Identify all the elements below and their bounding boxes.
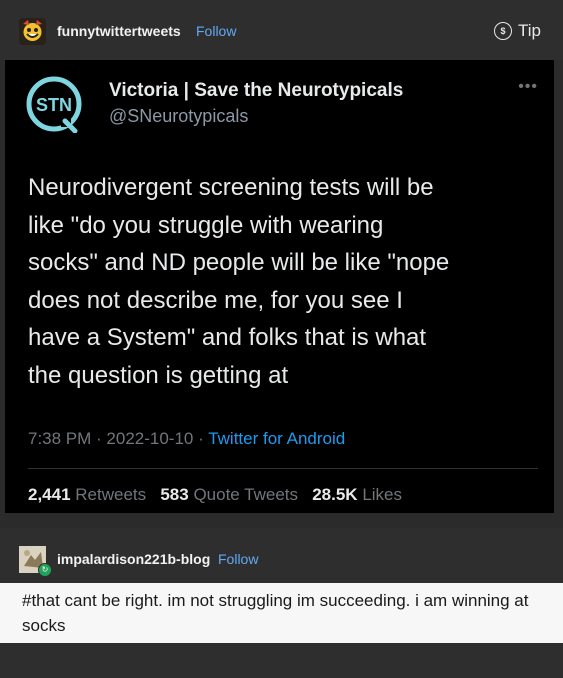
tweet-time: 7:38 PM (28, 429, 92, 448)
dollar-circle-icon: $ (494, 22, 512, 40)
follow-button[interactable]: Follow (196, 23, 236, 39)
reblog-content: #that cant be right. im not struggling i… (0, 583, 563, 643)
meta-separator: · (193, 429, 209, 448)
reblog-icon: ↻ (38, 563, 52, 577)
stn-logo-text: STN (36, 95, 72, 115)
quotes-stat[interactable]: 583 Quote Tweets (160, 485, 298, 504)
poster-avatar[interactable] (19, 18, 46, 45)
likes-stat[interactable]: 28.5K Likes (312, 485, 402, 504)
divider (28, 468, 538, 469)
tip-button[interactable]: $ Tip (494, 21, 541, 41)
tweet-date: 2022-10-10 (106, 429, 194, 448)
stn-logo[interactable]: STN (25, 75, 83, 133)
tweet-text: Neurodivergent screening tests will be l… (28, 174, 450, 389)
tweet-stats: 2,441 Retweets 583 Quote Tweets 28.5K Li… (28, 485, 402, 505)
poster-name[interactable]: funnytwittertweets (57, 23, 181, 39)
embedded-tweet: STN Victoria | Save the Neurotypicals @S… (5, 60, 554, 513)
reblog-header: ↻ impalardison221b-blog Follow (0, 528, 563, 583)
tweet-meta: 7:38 PM · 2022-10-10 · Twitter for Andro… (28, 429, 345, 449)
post-header: funnytwittertweets Follow $ Tip (0, 0, 563, 60)
tweet-client[interactable]: Twitter for Android (208, 429, 345, 448)
reblog-follow-button[interactable]: Follow (218, 551, 258, 567)
post-footer (0, 643, 563, 678)
tweet-handle[interactable]: @SNeurotypicals (109, 106, 248, 127)
meta-separator: · (91, 429, 107, 448)
ellipsis-icon[interactable]: ••• (518, 78, 538, 96)
reblog-text: #that cant be right. im not struggling i… (22, 591, 529, 635)
reblogger-name[interactable]: impalardison221b-blog (57, 551, 210, 567)
tweet-display-name[interactable]: Victoria | Save the Neurotypicals (109, 80, 403, 102)
tip-label: Tip (518, 21, 541, 40)
retweets-stat[interactable]: 2,441 Retweets (28, 485, 146, 504)
